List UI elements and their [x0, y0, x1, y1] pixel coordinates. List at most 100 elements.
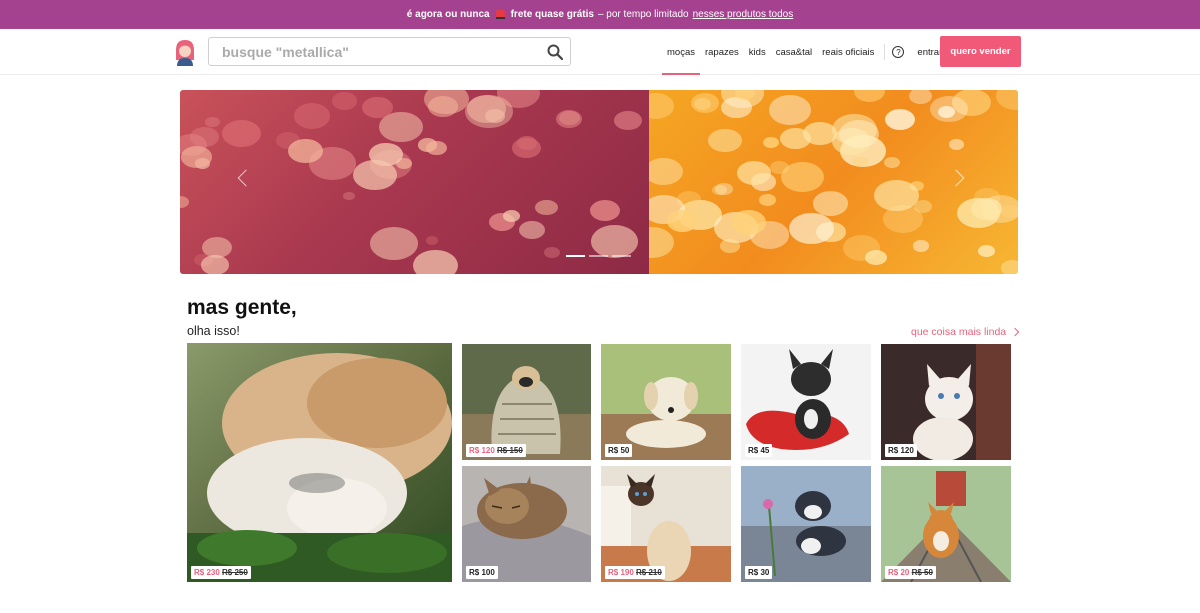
bokeh-light: [995, 90, 1018, 111]
search-input[interactable]: [209, 38, 529, 65]
price-tag: R$ 50: [605, 444, 633, 457]
product-image-corgi-on-tracks: [881, 466, 1011, 582]
bokeh-light: [614, 110, 643, 131]
price-tag: R$ 190 R$ 210: [605, 566, 665, 579]
product-card-siamese-cat[interactable]: R$ 190 R$ 210: [601, 466, 731, 582]
search-icon[interactable]: [547, 44, 563, 60]
product-card-playful-kitten[interactable]: R$ 30: [741, 466, 871, 582]
price-current: R$ 45: [748, 446, 770, 455]
bokeh-light: [649, 158, 684, 186]
product-image-french-bulldog: [741, 344, 871, 460]
bokeh-light: [342, 191, 355, 201]
carousel-dots: [566, 255, 631, 257]
help-icon[interactable]: ?: [892, 46, 905, 58]
bokeh-light: [913, 200, 933, 214]
bokeh-light: [543, 246, 561, 259]
search-box[interactable]: [208, 37, 571, 66]
chevron-right-icon: [1010, 327, 1020, 337]
product-card-french-bulldog[interactable]: R$ 45: [741, 344, 871, 460]
bokeh-light: [425, 236, 439, 246]
promo-link[interactable]: nesses produtos todos: [693, 9, 794, 20]
bokeh-light: [707, 128, 742, 153]
price-old: R$ 250: [222, 568, 248, 577]
bokeh-light: [667, 210, 698, 232]
bokeh-light: [865, 249, 887, 265]
price-tag: R$ 20 R$ 50: [885, 566, 936, 579]
product-card-labrador-puppy[interactable]: R$ 50: [601, 344, 731, 460]
bokeh-light: [649, 226, 675, 259]
nav-item-kids[interactable]: kids: [744, 29, 771, 75]
carousel-dot-1[interactable]: [566, 255, 585, 257]
see-more-link[interactable]: que coisa mais linda: [911, 326, 1020, 338]
price-current: R$ 30: [748, 568, 770, 577]
site-header: moças rapazes kids casa&tal reais oficia…: [0, 29, 1200, 75]
bokeh-light: [789, 212, 834, 244]
carousel-dot-2[interactable]: [589, 255, 608, 257]
price-current: R$ 120: [888, 446, 914, 455]
bokeh-light: [1001, 205, 1018, 219]
product-image-white-kitten: [881, 344, 1011, 460]
bokeh-light: [222, 120, 262, 148]
product-card-white-kitten[interactable]: R$ 120: [881, 344, 1011, 460]
bokeh-light: [884, 109, 915, 131]
nav-item-casa-tal[interactable]: casa&tal: [771, 29, 817, 75]
bokeh-light: [909, 90, 933, 105]
bokeh-light: [556, 109, 583, 129]
bokeh-light: [977, 244, 995, 257]
product-image-pug-in-blanket: [462, 344, 591, 460]
bokeh-light: [720, 239, 740, 254]
sell-button[interactable]: quero vender: [940, 36, 1021, 67]
hero-carousel[interactable]: [180, 90, 1018, 274]
bokeh-light: [912, 240, 929, 252]
bokeh-light: [417, 138, 438, 152]
price-current: R$ 190: [608, 568, 634, 577]
bokeh-light: [957, 197, 1001, 228]
price-old: R$ 50: [911, 568, 933, 577]
bokeh-light: [1000, 260, 1018, 274]
logo-avatar-icon[interactable]: [173, 38, 197, 66]
bokeh-light: [201, 255, 230, 274]
product-card-corgi-on-tracks[interactable]: R$ 20 R$ 50: [881, 466, 1011, 582]
bokeh-light: [758, 194, 776, 206]
promo-offer: frete quase grátis: [510, 9, 594, 20]
see-more-label: que coisa mais linda: [911, 326, 1007, 338]
bokeh-light: [763, 136, 780, 148]
product-image-labrador-puppy: [601, 344, 731, 460]
price-tag: R$ 120 R$ 150: [466, 444, 526, 457]
promo-banner: é agora ou nunca frete quase grátis – po…: [0, 0, 1200, 29]
bokeh-light: [331, 92, 357, 110]
nav-item-rapazes[interactable]: rapazes: [700, 29, 744, 75]
promo-headline: é agora ou nunca: [406, 9, 490, 20]
section-title: mas gente,: [187, 296, 297, 319]
product-card-cat-and-dog[interactable]: R$ 230 R$ 250: [187, 343, 452, 582]
product-card-sleeping-tabby[interactable]: R$ 100: [462, 466, 591, 582]
bokeh-light: [854, 90, 886, 103]
product-image-siamese-cat: [601, 466, 731, 582]
bokeh-light: [502, 209, 521, 222]
nav-item-reais-oficiais[interactable]: reais oficiais: [817, 29, 879, 75]
bokeh-light: [715, 182, 733, 195]
price-tag: R$ 30: [745, 566, 773, 579]
price-tag: R$ 120: [885, 444, 917, 457]
bokeh-light: [769, 161, 789, 175]
bokeh-light: [204, 116, 220, 128]
bokeh-light: [465, 94, 513, 128]
price-current: R$ 120: [469, 446, 495, 455]
carousel-dot-3[interactable]: [612, 255, 631, 257]
bokeh-light: [949, 138, 965, 150]
bokeh-light: [812, 191, 848, 216]
bokeh-light: [590, 199, 621, 221]
product-card-pug-in-blanket[interactable]: R$ 120 R$ 150: [462, 344, 591, 460]
price-current: R$ 230: [194, 568, 220, 577]
bokeh-light: [874, 179, 920, 212]
price-old: R$ 150: [497, 446, 523, 455]
bokeh-light: [293, 103, 330, 129]
product-image-playful-kitten: [741, 466, 871, 582]
bokeh-light: [181, 146, 212, 168]
price-tag: R$ 230 R$ 250: [191, 566, 251, 579]
product-image-cat-and-dog: [187, 343, 452, 582]
bokeh-light: [769, 95, 812, 125]
main-nav: moças rapazes kids casa&tal reais oficia…: [662, 29, 947, 75]
nav-item-mocas[interactable]: moças: [662, 29, 700, 75]
carousel-slide-orange-bokeh: [649, 90, 1018, 274]
